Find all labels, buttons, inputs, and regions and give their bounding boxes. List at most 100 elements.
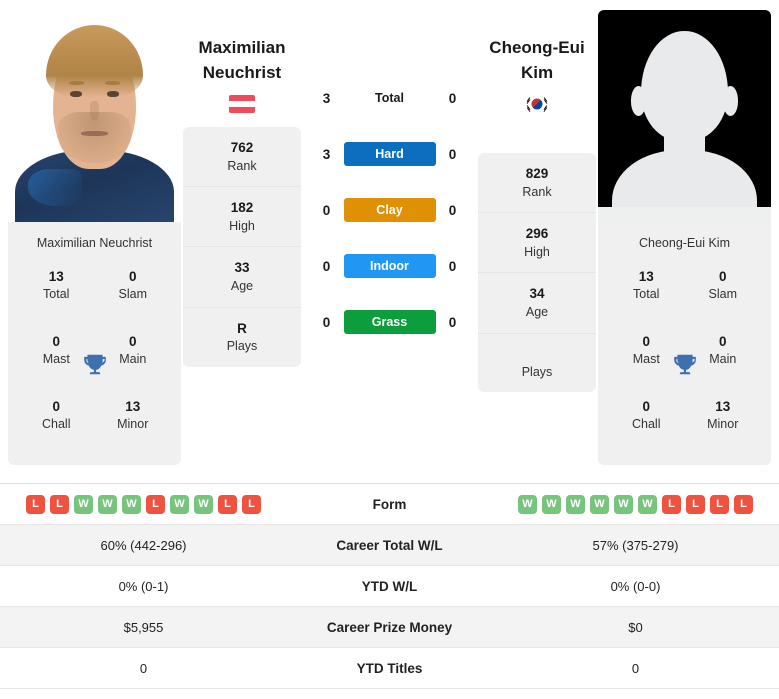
stat-cell: 13 Minor — [95, 398, 172, 449]
surface-row-indoor: 0 Indoor 0 — [303, 238, 476, 294]
right-attributes-column: Cheong-Eui Kim 829 Rank 296 High 34 Age … — [478, 10, 596, 393]
form-badge-w: W — [74, 494, 93, 514]
stat-label: Total — [43, 286, 70, 301]
right-player-name-line1: Cheong-Eui — [489, 38, 585, 57]
attribute-card-age: 34 Age — [478, 273, 596, 334]
silhouette-placeholder-icon — [598, 10, 771, 222]
form-badge-w: W — [194, 494, 213, 514]
left-player-name-line2: Neuchrist — [202, 62, 282, 82]
right-surface-value: 0 — [448, 90, 457, 106]
right-player-card[interactable]: Cheong-Eui Kim 13 Total 0 Slam 0 Mast 0 … — [598, 10, 771, 465]
stat-value: 0 — [718, 269, 727, 284]
attribute-label: Age — [230, 278, 254, 293]
left-value: $5,955 — [123, 619, 164, 635]
attribute-value — [482, 346, 592, 364]
table-row-ytd-wl: 0% (0-1) YTD W/L 0% (0-0) — [0, 566, 779, 607]
stat-value: 0 — [642, 399, 650, 414]
stat-cell: 0 Chall — [18, 398, 95, 449]
left-player-card[interactable]: Maximilian Neuchrist 13 Total 0 Slam 0 M… — [8, 10, 181, 465]
stat-label: Slam — [708, 286, 737, 301]
right-form-badges: WWWWWWLLLL — [492, 494, 779, 514]
left-attributes-column: Maximilian Neuchrist 762 Rank 182 High 3… — [183, 10, 301, 367]
form-badge-l: L — [26, 494, 45, 514]
stat-value: 0 — [128, 269, 137, 284]
portrait-illustration — [8, 10, 181, 222]
attribute-card-plays: R Plays — [183, 307, 301, 367]
right-surface-value: 0 — [448, 314, 457, 330]
stat-label: Total — [633, 286, 660, 301]
right-player-column: Cheong-Eui Kim 13 Total 0 Slam 0 Mast 0 … — [598, 10, 771, 465]
table-row-career-prize-money: $5,955 Career Prize Money $0 — [0, 607, 779, 648]
trophy-icon — [673, 354, 696, 374]
stat-value: 13 — [638, 269, 654, 284]
form-badge-w: W — [542, 494, 561, 514]
form-badge-w: W — [98, 494, 117, 514]
right-value: $0 — [628, 619, 643, 635]
stat-cell: 13 Total — [608, 268, 685, 319]
left-player-photo — [8, 10, 181, 222]
table-row-career-total-wl: 60% (442-296) Career Total W/L 57% (375-… — [0, 525, 779, 566]
attribute-value: 829 — [525, 166, 549, 182]
stat-value: 0 — [52, 399, 60, 414]
left-value: 0% (0-1) — [118, 578, 169, 594]
comparison-table: LLWWWLWWLL Form WWWWWWLLLL 60% (442-296)… — [0, 483, 779, 689]
form-badge-w: W — [566, 494, 585, 514]
right-surface-value: 0 — [448, 258, 457, 274]
left-surface-value: 3 — [322, 90, 331, 106]
form-badge-w: W — [122, 494, 141, 514]
left-player-header: Maximilian Neuchrist — [183, 10, 301, 114]
attribute-label: Age — [525, 304, 549, 319]
attribute-card-high: 296 High — [478, 213, 596, 274]
row-label: Career Prize Money — [326, 619, 453, 635]
player-comparison-page: Maximilian Neuchrist 13 Total 0 Slam 0 M… — [0, 0, 779, 699]
form-badge-l: L — [686, 494, 705, 514]
surface-label-indoor[interactable]: Indoor — [343, 254, 436, 278]
surface-label-hard[interactable]: Hard — [343, 142, 436, 166]
form-badge-w: W — [614, 494, 633, 514]
right-player-titles-grid: 13 Total 0 Slam 0 Mast 0 Main 0 Chall 13… — [598, 262, 771, 465]
attribute-label: Plays — [521, 364, 553, 379]
form-badge-l: L — [242, 494, 261, 514]
left-player-card-name: Maximilian Neuchrist — [8, 222, 181, 262]
attribute-value: 182 — [230, 200, 254, 216]
form-badge-w: W — [638, 494, 657, 514]
left-value: 60% (442-296) — [100, 537, 187, 553]
stat-cell: 13 Minor — [685, 398, 762, 449]
attribute-card-high: 182 High — [183, 187, 301, 248]
attribute-value: 296 — [525, 226, 549, 242]
attribute-label: Rank — [522, 184, 552, 199]
attribute-card-rank: 762 Rank — [183, 127, 301, 188]
surface-label-grass[interactable]: Grass — [343, 310, 436, 334]
attribute-card-age: 33 Age — [183, 247, 301, 308]
stat-label: Minor — [707, 416, 739, 431]
left-attribute-cards: 762 Rank 182 High 33 Age R Plays — [183, 127, 301, 367]
surface-label-total: Total — [375, 91, 404, 105]
left-form-badges: LLWWWLWWLL — [0, 494, 287, 514]
attribute-value: 34 — [529, 286, 545, 302]
left-value: 0 — [139, 660, 148, 676]
austria-flag-icon — [229, 95, 255, 114]
stat-label: Chall — [42, 416, 71, 431]
right-surface-value: 0 — [448, 146, 457, 162]
form-badge-w: W — [590, 494, 609, 514]
form-badge-l: L — [218, 494, 237, 514]
attribute-value: 33 — [234, 260, 250, 276]
form-badge-w: W — [170, 494, 189, 514]
attribute-card-plays: Plays — [478, 333, 596, 393]
left-player-titles-grid: 13 Total 0 Slam 0 Mast 0 Main 0 Chall 13… — [8, 262, 181, 465]
stat-cell: 13 Total — [18, 268, 95, 319]
right-value: 0% (0-0) — [610, 578, 661, 594]
stat-value: 0 — [52, 334, 60, 349]
left-player-name-line1: Maximilian — [198, 38, 286, 57]
right-player-name-line2: Kim — [520, 62, 554, 82]
surface-label-clay[interactable]: Clay — [343, 198, 436, 222]
stat-value: 0 — [642, 334, 650, 349]
left-surface-value: 0 — [322, 258, 331, 274]
form-badge-l: L — [734, 494, 753, 514]
stat-label: Minor — [117, 416, 149, 431]
right-surface-value: 0 — [448, 202, 457, 218]
surface-comparison-column: 3 Total 0 3 Hard 0 0 Clay 0 0 Indoor 0 0 — [303, 10, 476, 350]
form-badge-l: L — [662, 494, 681, 514]
left-surface-value: 0 — [322, 202, 331, 218]
stat-cell: 0 Chall — [608, 398, 685, 449]
